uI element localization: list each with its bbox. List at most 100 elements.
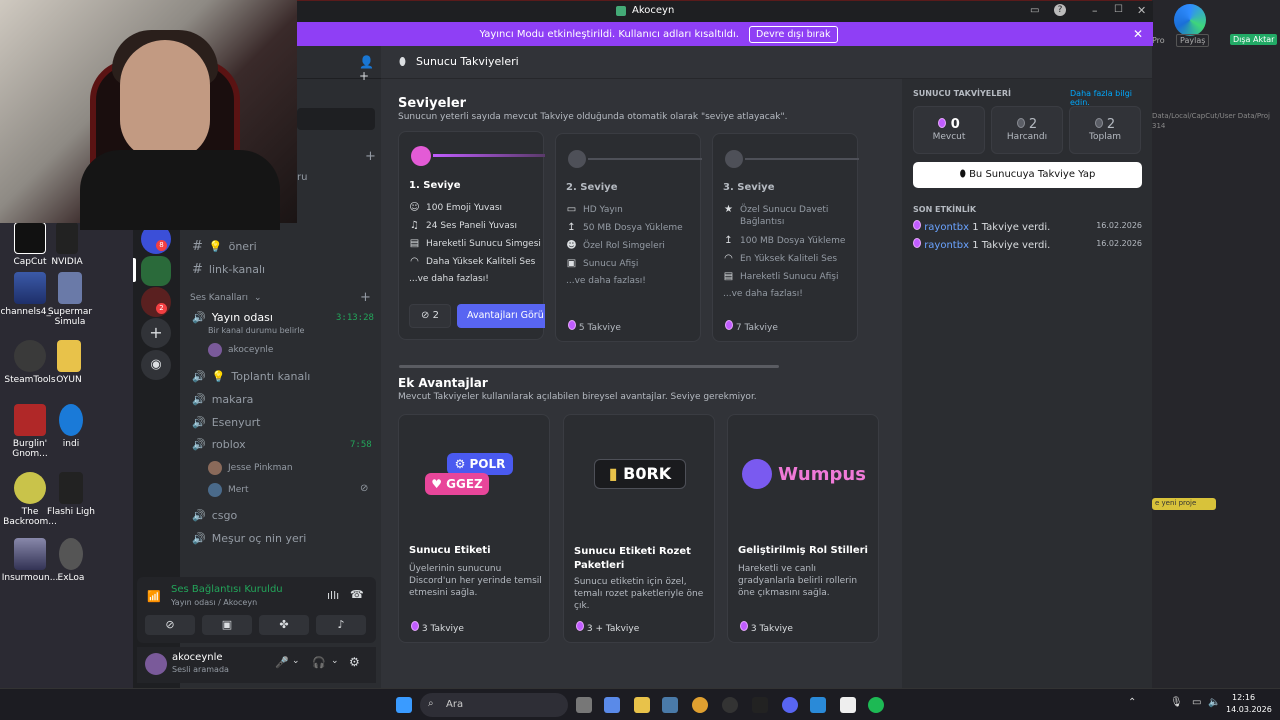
perk-label: 100 MB Dosya Yükleme	[740, 235, 846, 246]
boost-count-button[interactable]: ⊘ 2	[409, 304, 451, 328]
microphone-icon[interactable]: 🎤	[275, 656, 289, 669]
channel-status[interactable]: Bir kanal durumu belirle	[208, 326, 304, 335]
add-voice-channel-icon[interactable]: +	[360, 290, 371, 305]
voice-channel[interactable]: 🔊 Meşur oç nin yeri	[192, 532, 306, 545]
desktop-icon-supermarket[interactable]: Supermar Simula	[44, 272, 96, 327]
chevron-up-icon[interactable]: ⌃	[1128, 697, 1136, 708]
avatar[interactable]	[145, 653, 167, 675]
extra-perk-name: Sunucu Etiketi	[409, 545, 491, 556]
desktop-icon-exloader[interactable]: ExLoa	[46, 538, 96, 583]
voice-user[interactable]: Jesse Pinkman	[208, 461, 293, 475]
discord-icon[interactable]	[782, 697, 798, 713]
view-perks-button[interactable]: Avantajları Görü	[457, 304, 545, 328]
desktop-icon-flashlight[interactable]: Flashi Ligh	[46, 472, 96, 517]
perk-label: Özel Sunucu Daveti Bağlantısı	[740, 205, 829, 228]
chevron-down-icon[interactable]: ⌄	[331, 656, 339, 666]
activity-user[interactable]: rayontbx	[924, 240, 969, 251]
chevron-down-icon[interactable]: ⌄	[292, 656, 300, 666]
level-cost: 5 Takviye	[568, 320, 621, 333]
app-icon[interactable]	[810, 697, 826, 713]
perk-label: Özel Rol Simgeleri	[583, 240, 665, 251]
add-server-icon[interactable]: +	[141, 318, 171, 348]
disconnect-icon[interactable]: ☎	[350, 588, 364, 601]
server-icon[interactable]	[141, 287, 171, 317]
voice-channel[interactable]: 🔊 💡 Toplantı kanalı	[192, 370, 310, 383]
voice-user[interactable]: Mert	[208, 483, 249, 497]
voice-category-header[interactable]: Ses Kanalları ⌄	[190, 293, 262, 303]
speaker-icon: 🔊	[192, 370, 206, 383]
headphones-icon[interactable]: 🎧	[312, 656, 326, 669]
settings-gear-icon[interactable]: ⚙	[349, 655, 360, 669]
camera-off-button[interactable]: ⊘	[145, 615, 195, 635]
main-content: Seviyeler Sunucun yeterli sayıda mevcut …	[381, 79, 902, 688]
epic-games-icon[interactable]	[752, 697, 768, 713]
activity-date: 16.02.2026	[1096, 221, 1142, 230]
inbox-icon[interactable]: ▭	[1030, 5, 1039, 16]
store-icon[interactable]	[662, 697, 678, 713]
disable-streamer-mode-button[interactable]: Devre dışı bırak	[748, 25, 838, 43]
steam-icon[interactable]	[722, 697, 738, 713]
voice-status[interactable]: Ses Bağlantısı Kuruldu	[171, 584, 283, 595]
banner-text: Yayıncı Modu etkinleştirildi. Kullanıcı …	[479, 28, 739, 40]
pro-button[interactable]: Pro	[1152, 36, 1165, 45]
help-icon[interactable]: ?	[1054, 4, 1066, 16]
maximize-icon[interactable]: ☐	[1114, 4, 1123, 15]
clock-time[interactable]: 12:16	[1232, 693, 1255, 702]
microphone-icon[interactable]: 🎙	[1170, 697, 1183, 708]
file-explorer-icon[interactable]	[634, 697, 650, 713]
export-button[interactable]: Dışa Aktar	[1230, 34, 1278, 45]
spotify-icon[interactable]	[868, 697, 884, 713]
voice-channel-roblox[interactable]: 🔊 roblox	[192, 438, 246, 451]
windows-start-icon[interactable]	[396, 697, 412, 713]
wumpus-text: Wumpus	[778, 463, 866, 485]
extra-perk-card[interactable]: Wumpus Geliştirilmiş Rol Stilleri Hareke…	[727, 414, 879, 643]
extra-perk-card[interactable]: ▮ B0RK Sunucu Etiketi Rozet Paketleri Su…	[563, 414, 715, 643]
edge-icon[interactable]	[1174, 4, 1206, 36]
extra-perk-cost-label: 3 + Takviye	[586, 624, 640, 634]
close-icon[interactable]: ✕	[1137, 4, 1146, 17]
activity-user[interactable]: rayontbx	[924, 222, 969, 233]
channel-oneri[interactable]: # 💡 öneri	[192, 239, 257, 254]
stat-label: Mevcut	[932, 132, 966, 142]
app-icon[interactable]	[604, 697, 620, 713]
clock-date[interactable]: 14.03.2026	[1226, 705, 1272, 714]
voice-channel[interactable]: 🔊 makara	[192, 393, 253, 406]
signal-icon[interactable]: 📶	[147, 590, 161, 603]
share-button[interactable]: Paylaş	[1176, 34, 1210, 47]
chrome-icon[interactable]	[692, 697, 708, 713]
voice-channel-name[interactable]: Yayın odası / Akoceyn	[171, 598, 257, 607]
horizontal-scrollbar[interactable]	[399, 365, 779, 368]
activities-button[interactable]: ✤	[259, 615, 309, 635]
voice-channel-yayin-odasi[interactable]: 🔊 Yayın odası	[192, 311, 273, 324]
desktop-icon-oyun[interactable]: OYUN	[44, 340, 94, 385]
screen-share-button[interactable]: ▣	[202, 615, 252, 635]
desktop-icon-indi[interactable]: indi	[48, 404, 94, 449]
learn-more-link[interactable]: Daha fazla bilgi edin.	[1070, 89, 1152, 107]
boost-server-button[interactable]: ⬮ Bu Sunucuya Takviye Yap	[913, 162, 1142, 188]
network-icon[interactable]: ▭	[1192, 697, 1201, 708]
voice-channel[interactable]: 🔊 Esenyurt	[192, 416, 260, 429]
discover-icon[interactable]: ◉	[141, 350, 171, 380]
taskbar-search[interactable]: ⌕ Ara	[420, 693, 568, 717]
add-channel-icon[interactable]: +	[365, 149, 376, 164]
channel-link-kanali[interactable]: # link-kanalı	[192, 262, 265, 277]
voice-user[interactable]: akoceynle	[208, 343, 273, 357]
upload-icon: ↥	[724, 235, 733, 247]
minimize-icon[interactable]: –	[1092, 4, 1098, 17]
streamer-mode-banner: Yayıncı Modu etkinleştirildi. Kullanıcı …	[164, 22, 1153, 46]
voice-channel[interactable]: 🔊 csgo	[192, 509, 237, 522]
server-icon[interactable]	[141, 256, 171, 286]
capcut-icon[interactable]	[840, 697, 856, 713]
username[interactable]: akoceynle	[172, 652, 223, 663]
desktop-icon-label: Burglin' Gnom...	[12, 439, 48, 459]
avatar	[208, 461, 222, 475]
volume-icon[interactable]: 🔈	[1208, 697, 1220, 708]
task-view-icon[interactable]	[576, 697, 592, 713]
banner-close-icon[interactable]: ✕	[1133, 27, 1143, 41]
invite-people-icon[interactable]: 👤+	[359, 55, 381, 83]
new-project-chip[interactable]: e yeni proje	[1152, 498, 1216, 510]
search-input[interactable]	[297, 108, 375, 130]
noise-suppression-icon[interactable]: ıllı	[327, 589, 339, 602]
soundboard-button[interactable]: ♪	[316, 615, 366, 635]
extra-perk-card[interactable]: ⚙ POLR ♥ GGEZ Sunucu Etiketi Üyelerinin …	[398, 414, 550, 643]
